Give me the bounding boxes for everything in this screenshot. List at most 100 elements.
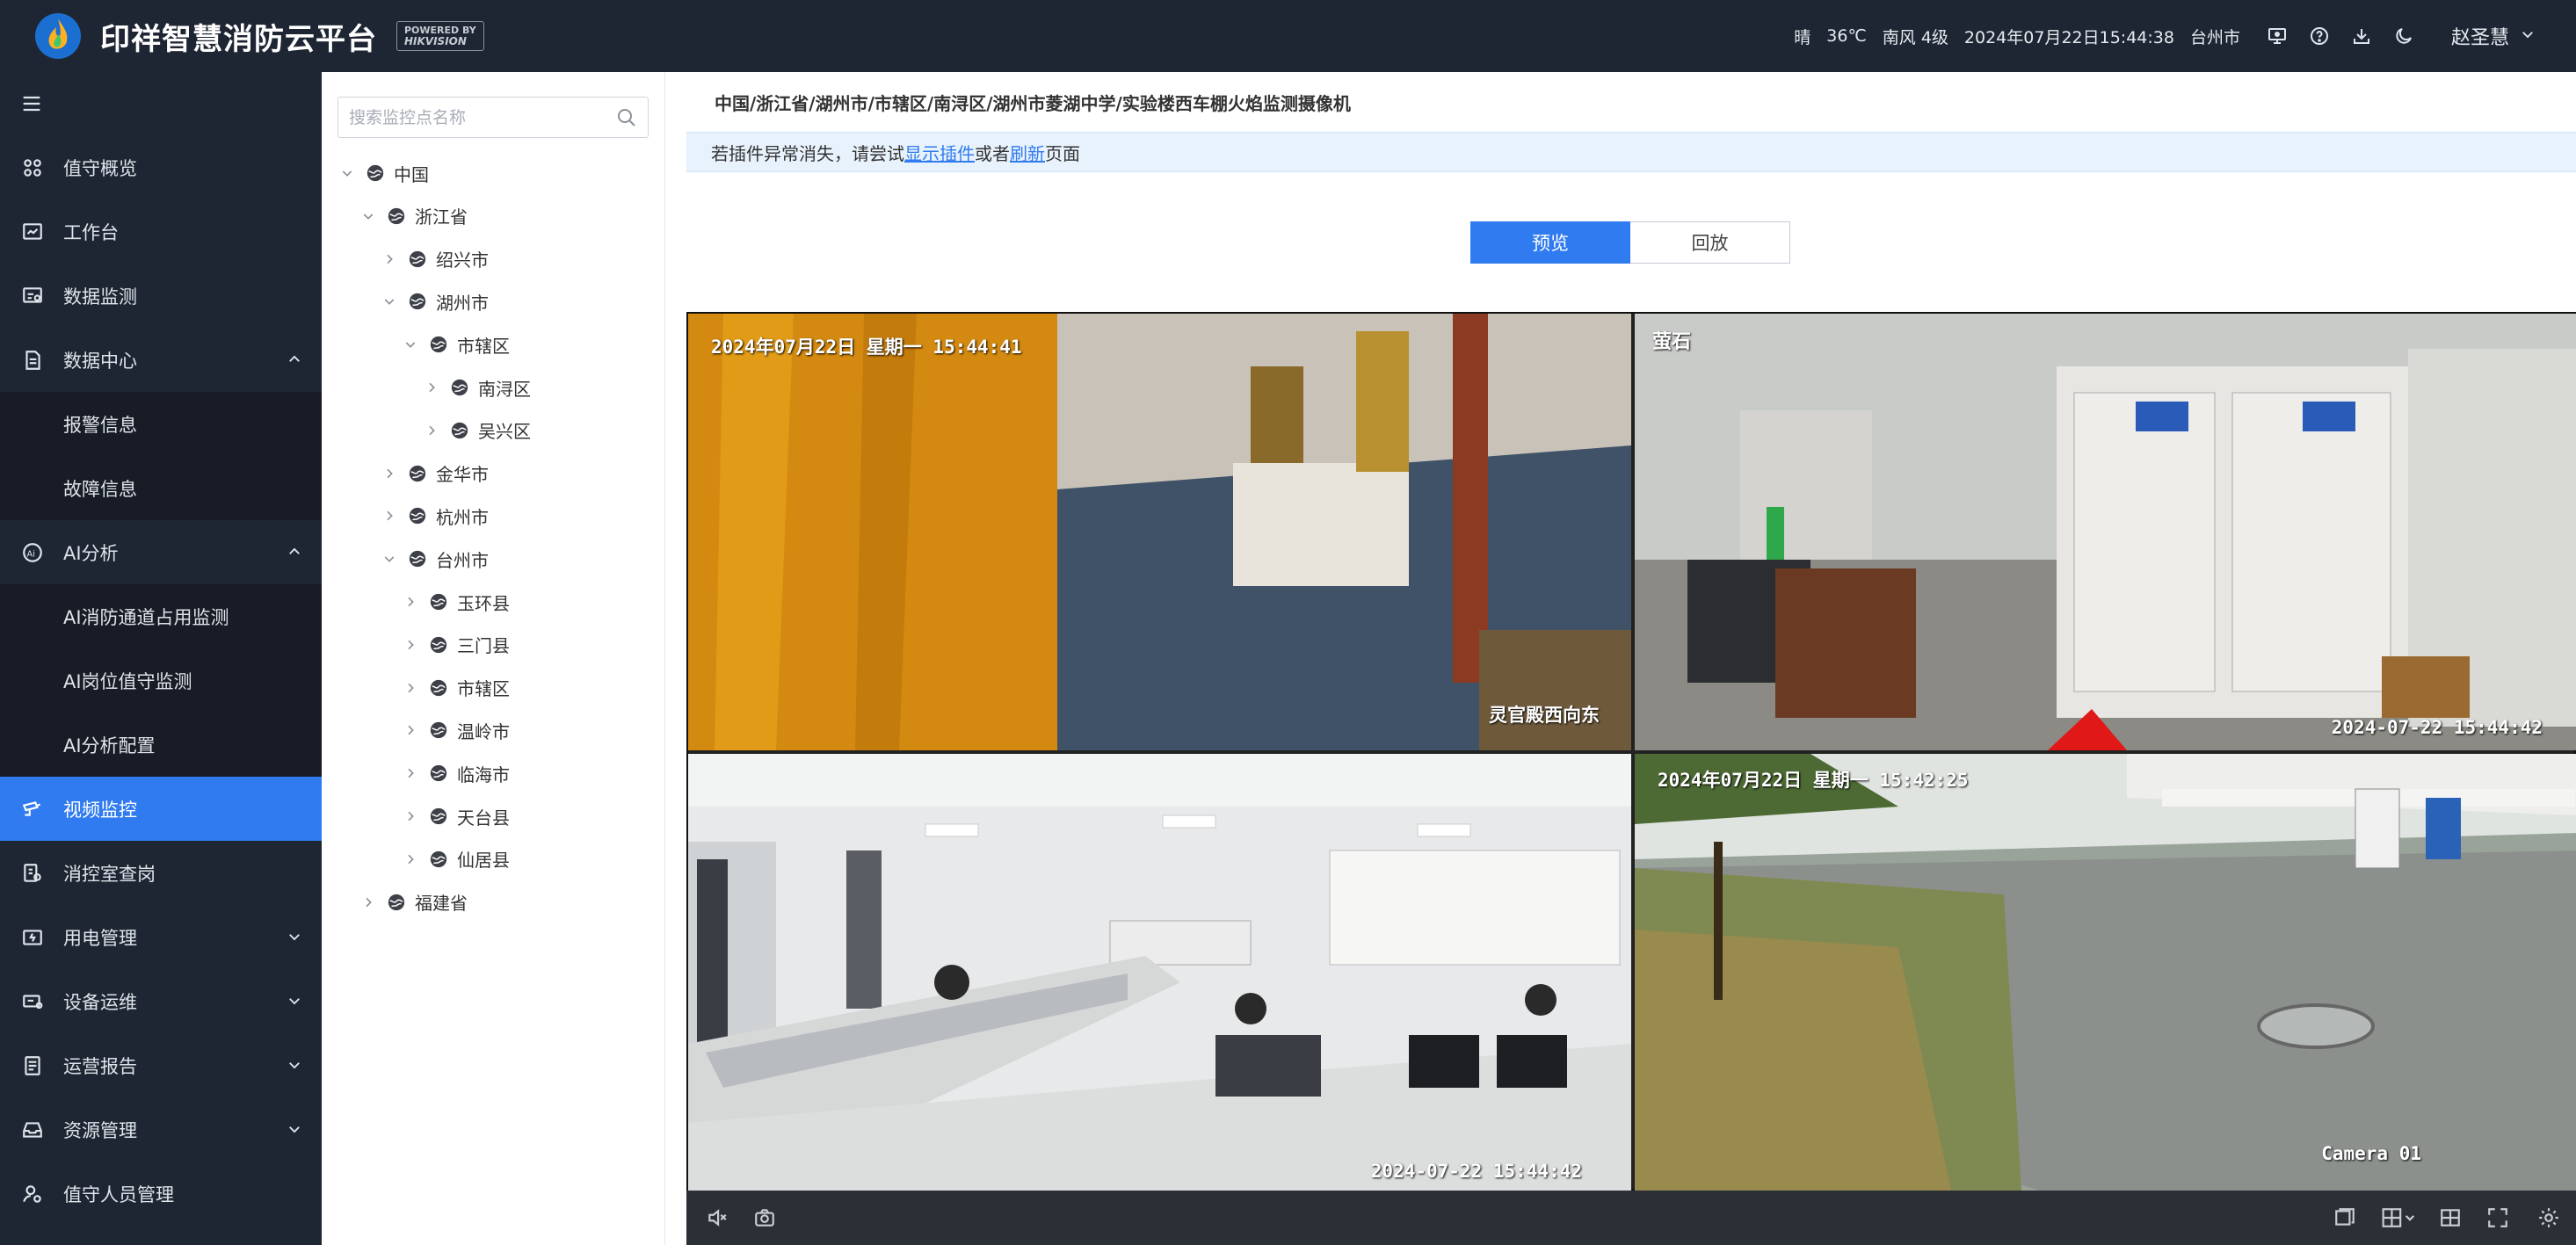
tree-node-label: 中国: [394, 163, 429, 185]
tree-node-label: 杭州市: [436, 506, 489, 528]
globe-icon: [408, 506, 427, 525]
sidebar-item-device-maintenance[interactable]: 设备运维: [0, 969, 322, 1033]
globe-icon: [450, 378, 469, 397]
chevron-right-icon[interactable]: [381, 508, 397, 524]
moon-icon[interactable]: [2391, 24, 2416, 48]
sidebar-subitem-alarm[interactable]: 报警信息: [0, 392, 322, 456]
chevron-right-icon[interactable]: [403, 851, 418, 867]
tree-node[interactable]: 温岭市: [403, 717, 510, 743]
chevron-down-icon: [287, 928, 302, 949]
video-window-2[interactable]: 萤石 2024-07-22 15:44:42: [1635, 314, 2576, 750]
tree-node[interactable]: 福建省: [360, 889, 468, 916]
menu-toggle-button[interactable]: [0, 72, 322, 135]
tab-preview[interactable]: 预览: [1470, 221, 1630, 264]
tree-node[interactable]: 吴兴区: [424, 417, 531, 444]
sidebar-item-label: 数据中心: [63, 350, 137, 372]
tree-node[interactable]: 临海市: [403, 760, 510, 786]
help-icon[interactable]: [2307, 24, 2332, 48]
chevron-up-icon: [287, 351, 302, 372]
topbar-info: 晴 36℃ 南风 4级 2024年07月22日15:44:38 台州市 赵圣慧: [1794, 22, 2576, 50]
sidebar-item-data-monitor[interactable]: 数据监测: [0, 264, 322, 328]
sidebar-subitem-fault[interactable]: 故障信息: [0, 456, 322, 520]
tree-node-label: 三门县: [457, 635, 510, 657]
notice-text-middle: 或者: [975, 142, 1010, 164]
tree-node[interactable]: 玉环县: [403, 589, 510, 615]
search-input[interactable]: [349, 99, 613, 135]
sidebar-item-label: 资源管理: [63, 1119, 137, 1141]
chevron-right-icon[interactable]: [403, 765, 418, 781]
tree-node[interactable]: 市辖区: [403, 331, 510, 358]
globe-icon: [408, 292, 427, 311]
video-feed-equipment-room: [1635, 314, 2576, 750]
window-icon[interactable]: [2330, 1203, 2360, 1233]
video-window-1[interactable]: 2024年07月22日 星期一 15:44:41 灵官殿西向东: [688, 314, 1631, 750]
sidebar-item-operation-report[interactable]: 运营报告: [0, 1033, 322, 1097]
fullscreen-icon[interactable]: [2483, 1203, 2513, 1233]
layout-icon[interactable]: [2377, 1203, 2420, 1233]
refresh-link[interactable]: 刷新: [1010, 140, 1045, 165]
sidebar-subitem-ai-fire-lane[interactable]: AI消防通道占用监测: [0, 584, 322, 648]
split-icon[interactable]: [2435, 1203, 2465, 1233]
sidebar-item-video-monitor[interactable]: 视频监控: [0, 777, 322, 841]
chevron-right-icon[interactable]: [403, 594, 418, 610]
tree-node[interactable]: 湖州市: [381, 288, 489, 315]
video-window-3[interactable]: 2024-07-22 15:44:42: [688, 754, 1631, 1191]
mute-icon[interactable]: [702, 1203, 732, 1233]
settings-icon[interactable]: [2534, 1203, 2564, 1233]
tree-node[interactable]: 台州市: [381, 546, 489, 572]
download-icon[interactable]: [2349, 24, 2374, 48]
tree-node-label: 临海市: [457, 764, 510, 785]
tree-node[interactable]: 仙居县: [403, 846, 510, 872]
tree-node-label: 温岭市: [457, 720, 510, 742]
globe-icon: [429, 720, 448, 740]
chevron-right-icon[interactable]: [403, 637, 418, 653]
video-window-4[interactable]: 2024年07月22日 星期一 15:42:25 Camera 01: [1635, 754, 2576, 1191]
chevron-right-icon[interactable]: [381, 466, 397, 481]
tree-node-label: 浙江省: [415, 206, 468, 228]
monitor-icon[interactable]: [2265, 24, 2289, 48]
tree-node[interactable]: 绍兴市: [381, 246, 489, 272]
chevron-right-icon[interactable]: [360, 894, 376, 910]
tree-node[interactable]: 市辖区: [403, 675, 510, 701]
chevron-right-icon[interactable]: [403, 722, 418, 738]
tab-playback[interactable]: 回放: [1630, 221, 1790, 264]
sidebar-subitem-ai-post-duty[interactable]: AI岗位值守监测: [0, 648, 322, 713]
tree-node[interactable]: 南浔区: [424, 374, 531, 401]
flame-logo-icon: [33, 11, 83, 61]
sidebar-item-power-management[interactable]: 用电管理: [0, 905, 322, 969]
sidebar-item-label: 设备运维: [63, 991, 137, 1013]
chevron-right-icon[interactable]: [381, 251, 397, 267]
chevron-down-icon[interactable]: [339, 165, 355, 181]
tree-node[interactable]: 天台县: [403, 803, 510, 829]
chevron-down-icon[interactable]: [403, 337, 418, 352]
search-icon[interactable]: [616, 107, 637, 132]
chevron-right-icon[interactable]: [403, 808, 418, 824]
sidebar-item-label: 用电管理: [63, 927, 137, 949]
chevron-right-icon[interactable]: [424, 423, 439, 438]
sidebar-item-staff-management[interactable]: 值守人员管理: [0, 1162, 322, 1226]
tree-node[interactable]: 杭州市: [381, 503, 489, 529]
sidebar-subitem-ai-config[interactable]: AI分析配置: [0, 713, 322, 777]
chevron-down-icon[interactable]: [381, 293, 397, 309]
power-icon: [19, 924, 46, 951]
sidebar-item-workbench[interactable]: 工作台: [0, 199, 322, 264]
tree-node[interactable]: 浙江省: [360, 203, 468, 229]
sidebar-item-resource-management[interactable]: 资源管理: [0, 1097, 322, 1162]
snapshot-icon[interactable]: [750, 1203, 780, 1233]
user-name[interactable]: 赵圣慧: [2451, 22, 2509, 50]
chevron-right-icon[interactable]: [403, 680, 418, 696]
tree-node[interactable]: 中国: [339, 160, 429, 186]
globe-icon: [429, 335, 448, 354]
tree-node-label: 玉环县: [457, 592, 510, 614]
tree-node[interactable]: 三门县: [403, 632, 510, 658]
show-plugin-link[interactable]: 显示插件: [904, 140, 975, 165]
chevron-right-icon[interactable]: [424, 380, 439, 395]
sidebar-item-control-room-check[interactable]: 消控室查岗: [0, 841, 322, 905]
chevron-down-icon[interactable]: [360, 208, 376, 224]
sidebar-item-data-center[interactable]: 数据中心: [0, 328, 322, 392]
sidebar-item-ai-analysis[interactable]: Ai AI分析: [0, 520, 322, 584]
chevron-down-icon[interactable]: [2520, 26, 2536, 47]
chevron-down-icon[interactable]: [381, 551, 397, 567]
tree-node[interactable]: 金华市: [381, 460, 489, 487]
sidebar-item-overview[interactable]: 值守概览: [0, 135, 322, 199]
